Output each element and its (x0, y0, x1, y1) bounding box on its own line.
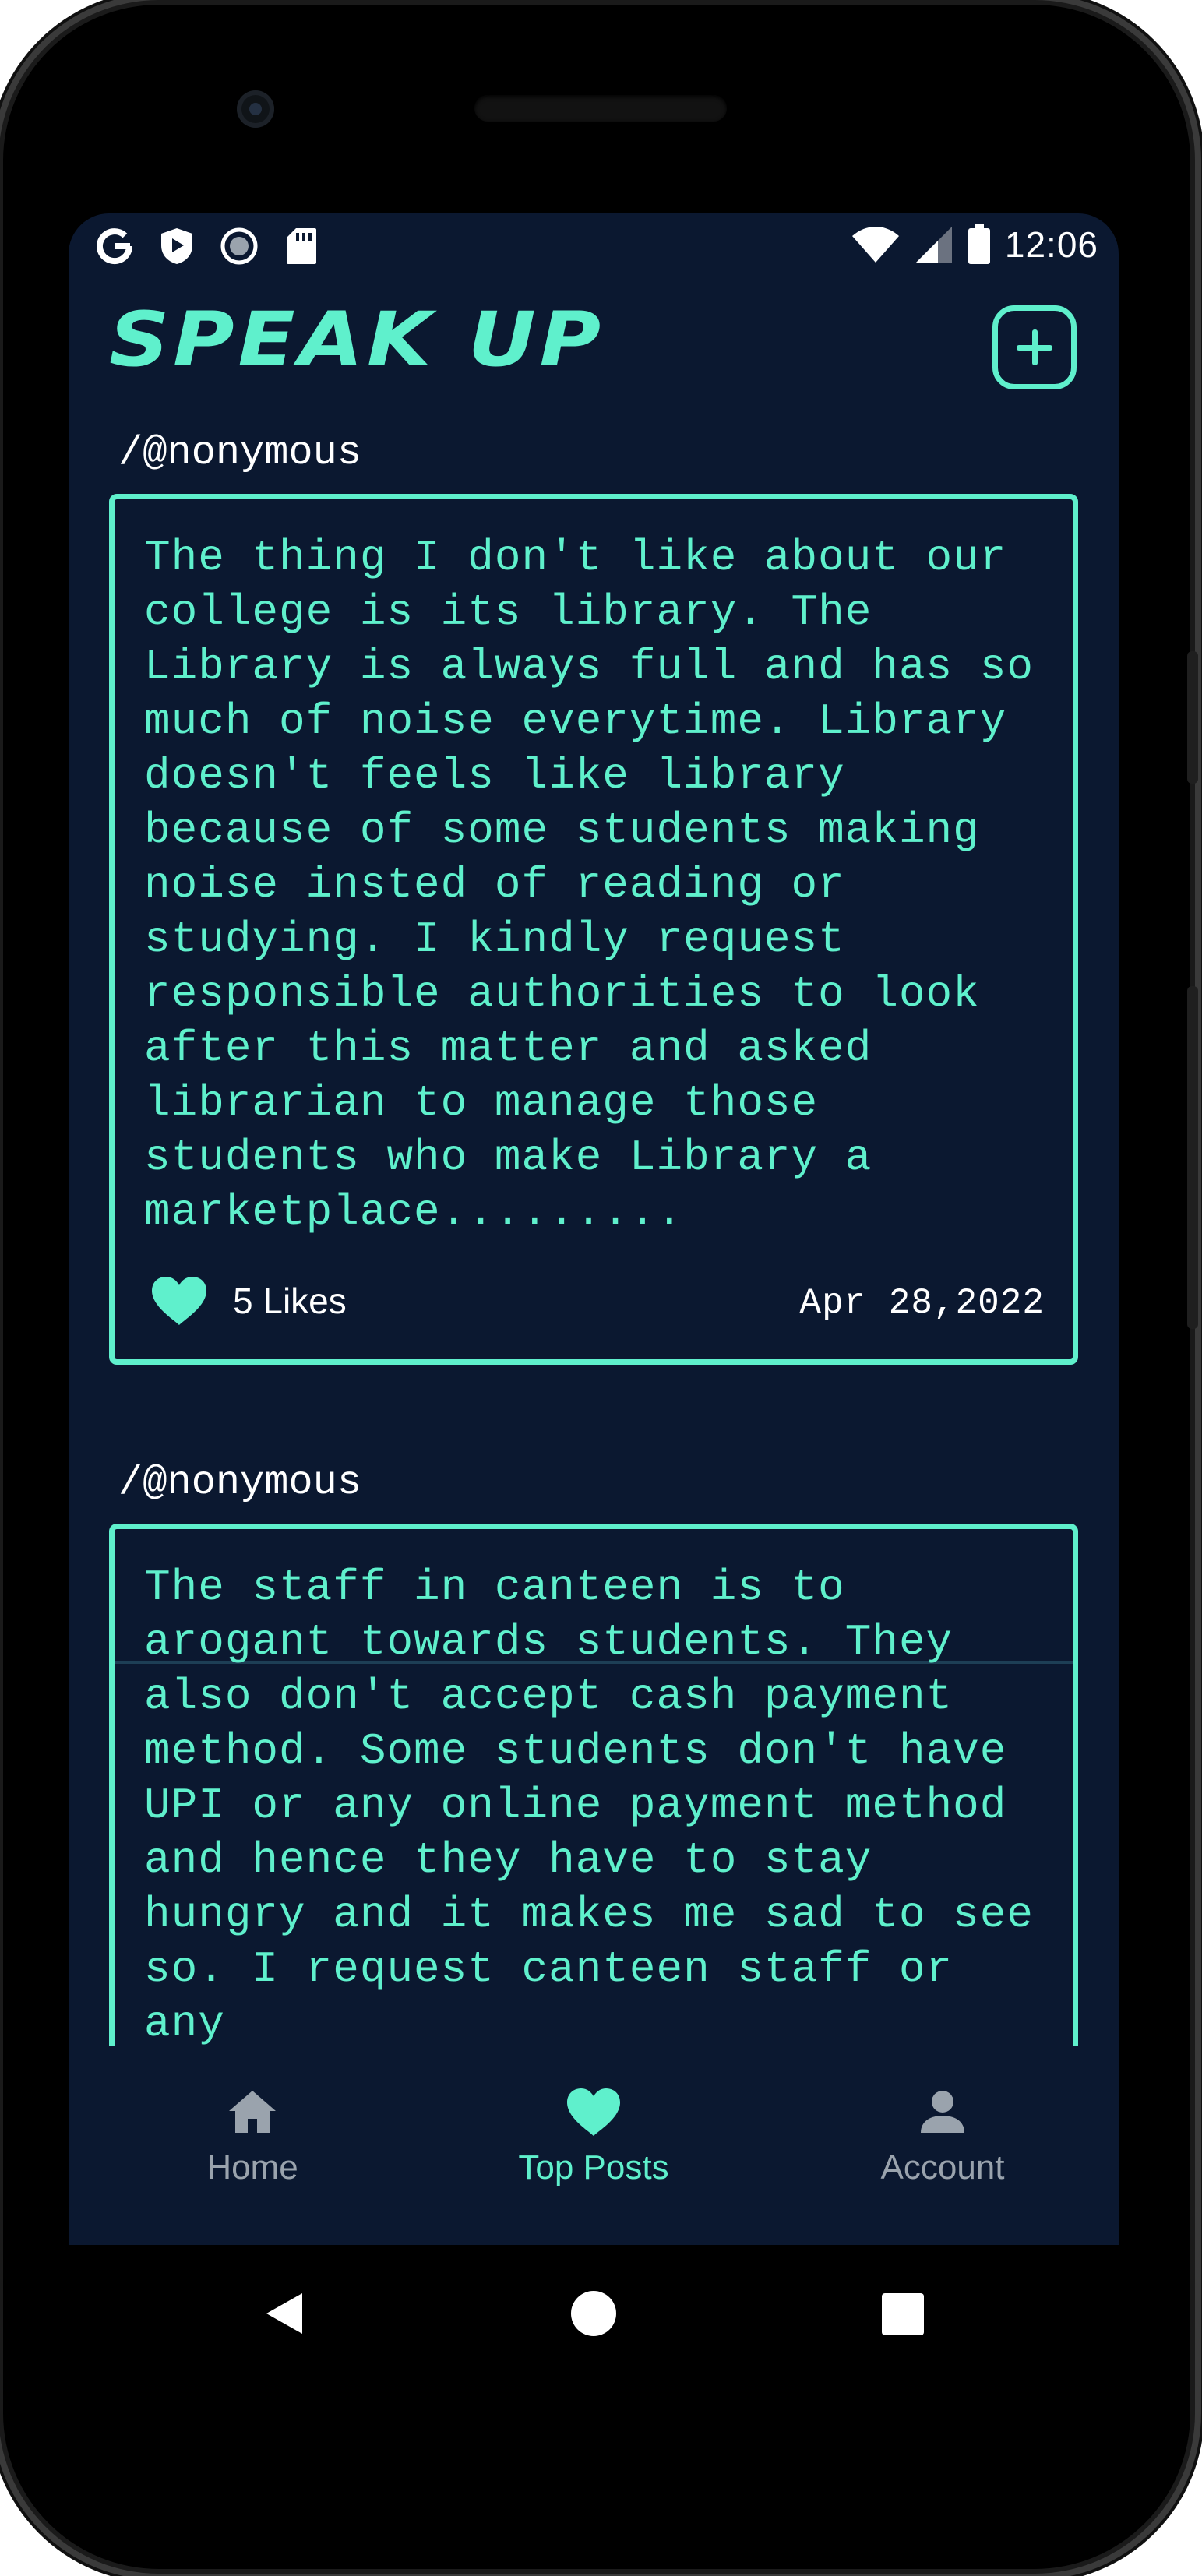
add-post-button[interactable] (992, 305, 1077, 389)
back-icon[interactable] (262, 2290, 305, 2337)
logo-text: SPEAK UP (109, 296, 605, 383)
system-navigation-bar (69, 2245, 1119, 2385)
like-heart-icon[interactable] (150, 1275, 208, 1327)
home-circle-icon[interactable] (570, 2290, 617, 2337)
app-logo: SPEAK UP (109, 293, 601, 386)
signal-icon (915, 227, 952, 263)
nav-home[interactable]: Home (136, 2083, 369, 2187)
post-footer: 5 Likes Apr 28,2022 (139, 1242, 1054, 1359)
post-date: Apr 28,2022 (799, 1283, 1045, 1323)
post-card-1: /@nonymous The thing I don't like about … (109, 422, 1078, 1365)
recents-icon[interactable] (882, 2293, 924, 2335)
nav-account[interactable]: Account (826, 2083, 1059, 2187)
posts-feed[interactable]: /@nonymous The thing I don't like about … (69, 399, 1119, 2046)
post-content-box[interactable]: The thing I don't like about our college… (109, 494, 1078, 1365)
person-icon (921, 2091, 964, 2133)
home-icon (229, 2091, 276, 2133)
heart-icon (567, 2088, 620, 2136)
nav-top-posts[interactable]: Top Posts (477, 2083, 710, 2187)
bottom-navigation: Home Top Posts Account (69, 2046, 1119, 2245)
app-screen: 12:06 SPEAK UP /@nonymous The thing I do… (69, 213, 1119, 2245)
sd-card-icon (280, 225, 323, 267)
nav-home-label: Home (206, 2148, 298, 2187)
post-body: The thing I don't like about our college… (144, 533, 1034, 1237)
nav-account-label: Account (880, 2148, 1005, 2187)
google-icon (93, 225, 136, 267)
status-time: 12:06 (1004, 224, 1098, 265)
app-header: SPEAK UP (69, 282, 1119, 399)
likes-count: 5 Likes (233, 1281, 347, 1321)
post-card-2: /@nonymous The staff in canteen is to ar… (109, 1452, 1078, 2046)
battery-icon (968, 224, 990, 264)
earpiece-speaker (474, 95, 727, 122)
play-protect-icon (156, 225, 198, 267)
post-body: The staff in canteen is to arogant towar… (144, 1563, 1034, 2046)
record-icon (218, 225, 260, 267)
post-content-box[interactable]: The staff in canteen is to arogant towar… (109, 1524, 1078, 2046)
status-bar: 12:06 (69, 213, 1119, 282)
post-author: /@nonymous (118, 1460, 362, 1506)
volume-button (1187, 986, 1198, 1329)
power-button (1187, 651, 1198, 784)
wifi-icon (851, 227, 899, 263)
front-camera (237, 90, 274, 128)
post-author: /@nonymous (118, 430, 362, 476)
nav-top-posts-label: Top Posts (518, 2148, 669, 2187)
